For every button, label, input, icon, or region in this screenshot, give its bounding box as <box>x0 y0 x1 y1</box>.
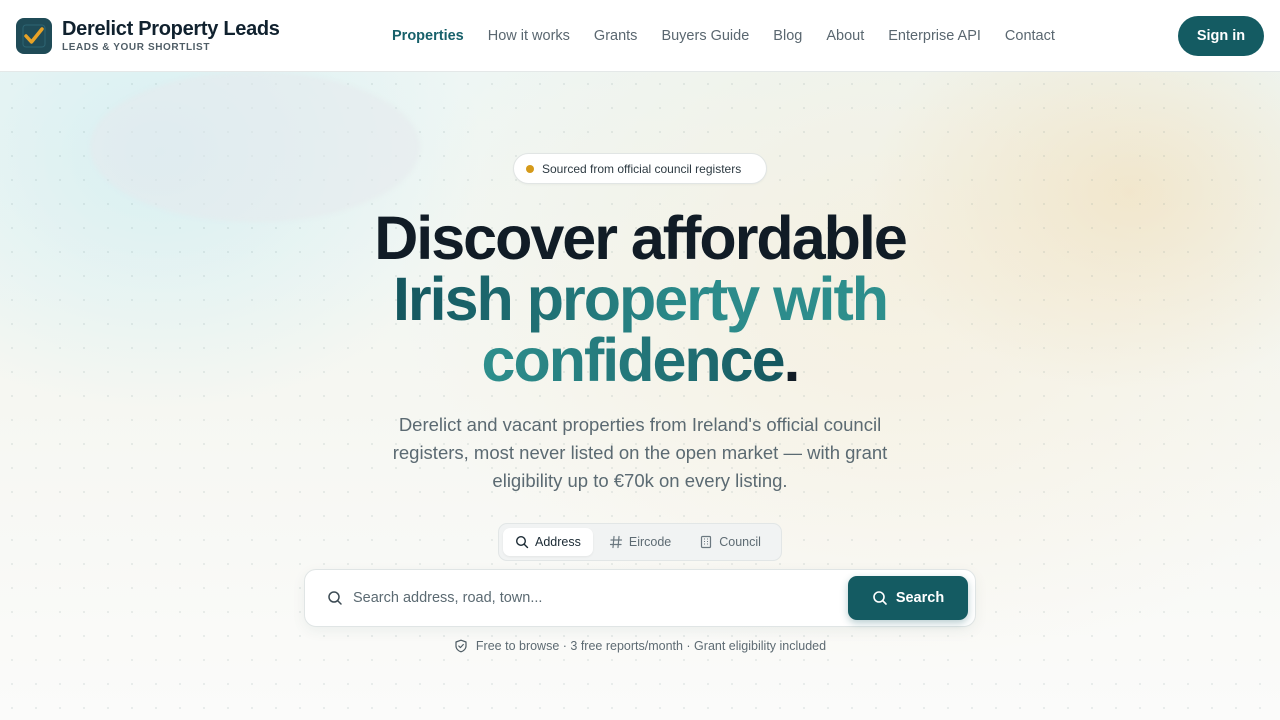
search-input[interactable] <box>353 590 833 606</box>
nav-contact[interactable]: Contact <box>1005 28 1055 44</box>
nav-about[interactable]: About <box>826 28 864 44</box>
source-badge: Sourced from official council registers <box>513 153 767 184</box>
search-icon <box>873 591 887 605</box>
search-button[interactable]: Search <box>848 576 968 620</box>
hero: Sourced from official council registers … <box>0 72 1280 720</box>
tab-council[interactable]: Council <box>687 528 773 556</box>
free-note-text: Free to browse · 3 free reports/month · … <box>475 639 827 653</box>
status-dot-icon <box>526 164 534 173</box>
brand-name: Derelict Property Leads <box>62 18 280 40</box>
shield-check-icon <box>455 639 467 653</box>
search-icon <box>515 535 529 549</box>
nav-properties[interactable]: Properties <box>392 28 464 44</box>
search-icon <box>327 590 343 606</box>
brand-tagline: LEADS & YOUR SHORTLIST <box>62 42 211 53</box>
free-note: Free to browse · 3 free reports/month · … <box>440 639 840 653</box>
nav-grants[interactable]: Grants <box>594 28 638 44</box>
hero-title-line1: Discover affordable <box>374 204 908 272</box>
hero-title-period: . <box>783 326 801 394</box>
building-icon <box>701 535 712 549</box>
tab-address[interactable]: Address <box>503 528 593 556</box>
tab-address-label: Address <box>535 535 581 549</box>
logo-check-icon <box>16 17 52 54</box>
hero-title-line2: Irish property with <box>392 265 889 333</box>
hero-description: Derelict and vacant properties from Irel… <box>392 414 888 491</box>
hash-icon <box>609 535 622 549</box>
search-button-label: Search <box>895 590 945 606</box>
tab-eircode[interactable]: Eircode <box>597 528 683 556</box>
brand[interactable]: Derelict Property Leads LEADS & YOUR SHO… <box>16 17 316 54</box>
tab-council-label: Council <box>719 535 761 549</box>
nav-enterprise-api[interactable]: Enterprise API <box>888 28 981 44</box>
sign-in-button[interactable]: Sign in <box>1178 16 1264 56</box>
nav-buyers-guide[interactable]: Buyers Guide <box>661 28 749 44</box>
hero-title-line3: confidence <box>481 326 786 394</box>
search-mode-tabs: Address Eircode Council <box>498 523 782 561</box>
tab-eircode-label: Eircode <box>628 535 672 549</box>
main-nav: Properties How it works Grants Buyers Gu… <box>392 0 1055 72</box>
source-badge-text: Sourced from official council registers <box>542 161 742 176</box>
site-header: Derelict Property Leads LEADS & YOUR SHO… <box>0 0 1280 72</box>
hero-title: Discover affordable Irish property with … <box>240 208 1040 391</box>
search-bar: Search <box>304 569 976 627</box>
nav-how-it-works[interactable]: How it works <box>488 28 570 44</box>
nav-blog[interactable]: Blog <box>773 28 802 44</box>
